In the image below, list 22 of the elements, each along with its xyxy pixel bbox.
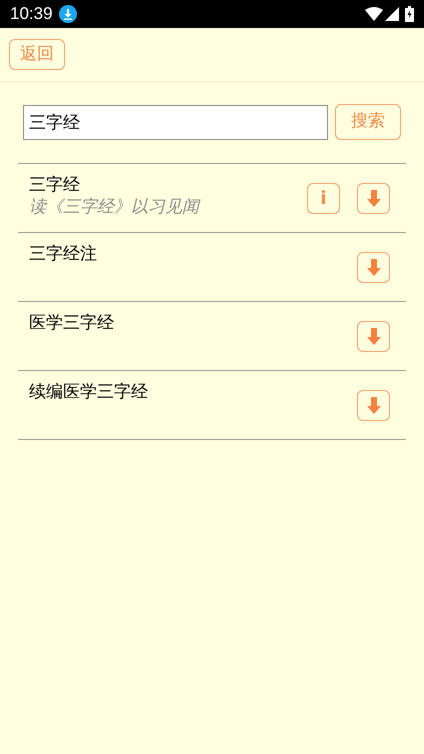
download-button[interactable]: [357, 252, 390, 283]
wifi-icon: [365, 7, 383, 21]
download-icon: [366, 396, 380, 414]
back-button[interactable]: 返回: [9, 39, 65, 70]
download-icon: [366, 328, 380, 346]
result-title: 三字经: [29, 174, 81, 196]
download-button[interactable]: [357, 390, 390, 421]
result-title: 续编医学三字经: [29, 381, 149, 403]
result-title: 三字经注: [29, 243, 98, 265]
search-button[interactable]: 搜索: [335, 104, 401, 140]
download-button[interactable]: [357, 321, 390, 352]
battery-icon: [405, 6, 414, 22]
result-description: 读《三字经》以习见闻: [29, 196, 202, 218]
download-icon: [366, 258, 380, 276]
download-button[interactable]: [357, 183, 390, 214]
result-title: 医学三字经: [29, 312, 115, 334]
info-button[interactable]: i: [307, 183, 340, 214]
search-field[interactable]: 三字经: [23, 104, 328, 140]
signal-icon: [385, 7, 399, 21]
download-notification-icon: [58, 5, 77, 23]
clock: 10:39: [10, 3, 53, 26]
download-icon: [366, 190, 380, 208]
